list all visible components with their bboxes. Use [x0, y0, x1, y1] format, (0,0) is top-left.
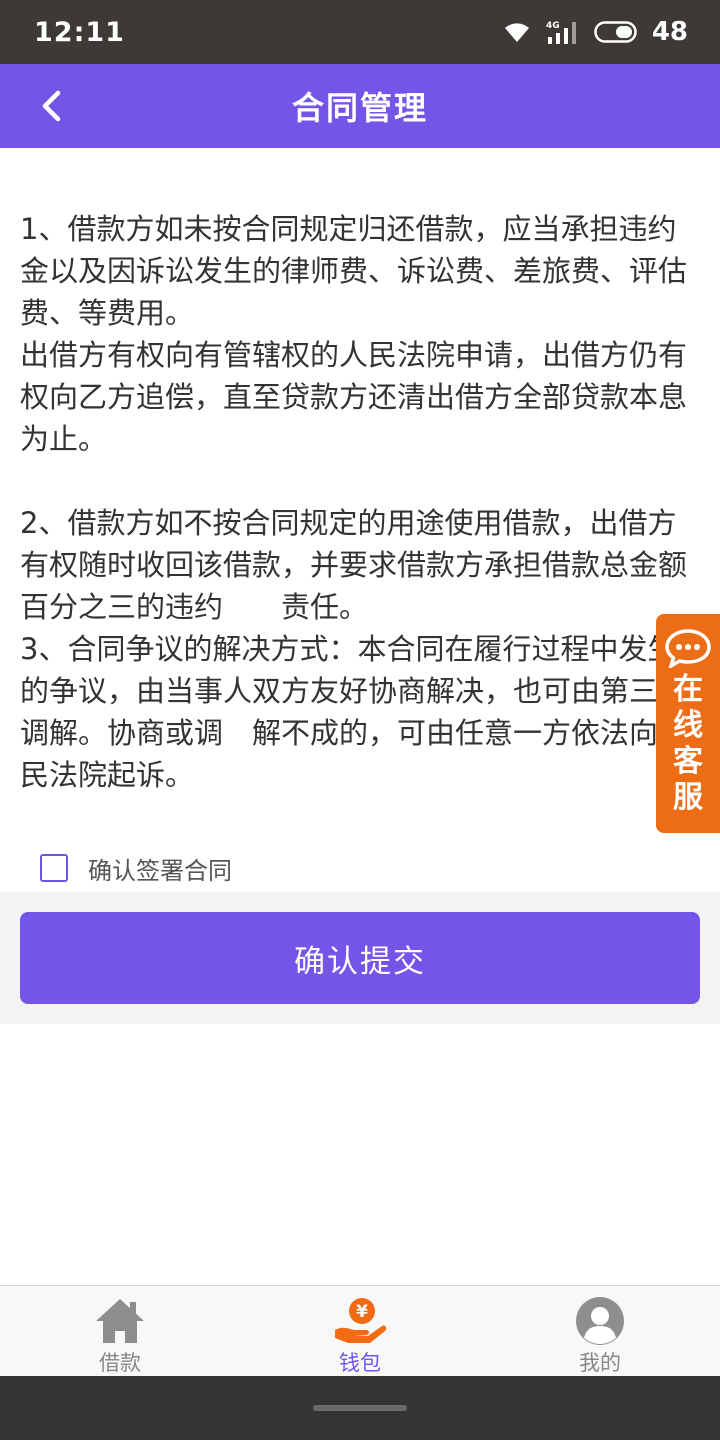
- chevron-left-icon: [42, 90, 61, 122]
- confirm-sign-checkbox[interactable]: [40, 854, 68, 882]
- network-label: 4G: [546, 21, 560, 31]
- home-indicator[interactable]: [313, 1405, 407, 1411]
- confirm-sign-row[interactable]: 确认签署合同: [40, 848, 232, 888]
- user-avatar-icon: [572, 1296, 628, 1346]
- yuan-wallet-icon: ¥: [332, 1296, 388, 1346]
- signal-4g-icon: 4G: [546, 19, 580, 45]
- status-bar: 12:11 4G 48: [0, 0, 720, 64]
- contract-paragraph-2: 2、借款方如不按合同规定的用途使用借款，出借方有权随时收回该借款，并要求借款方承…: [20, 506, 688, 792]
- system-nav-bar: [0, 1376, 720, 1440]
- status-time: 12:11: [34, 16, 125, 48]
- contract-text: 1、借款方如未按合同规定归还借款，应当承担违约金以及因诉讼发生的律师费、诉讼费、…: [20, 208, 700, 796]
- tab-wallet-label: 钱包: [339, 1351, 381, 1375]
- bottom-tab-bar: 借款 ¥ 钱包 我的: [0, 1285, 720, 1376]
- chat-bubble-icon: [665, 629, 711, 668]
- tab-loan[interactable]: 借款: [0, 1286, 240, 1376]
- status-icons: 4G 48: [502, 17, 688, 47]
- online-service-label: 在线客服: [673, 672, 703, 815]
- tab-wallet[interactable]: ¥ 钱包: [240, 1286, 480, 1376]
- screen: 12:11 4G 48 合同管理 1、借款方如未按合同规定归还借款，应当承担违约…: [0, 0, 720, 1440]
- submit-area: 确认提交: [0, 892, 720, 1024]
- tab-mine-label: 我的: [579, 1351, 621, 1375]
- online-service-button[interactable]: 在线客服: [656, 614, 720, 833]
- battery-icon: [594, 20, 638, 44]
- battery-level: 48: [651, 17, 688, 47]
- house-icon: [92, 1296, 148, 1346]
- tab-loan-label: 借款: [99, 1351, 141, 1375]
- tab-mine[interactable]: 我的: [480, 1286, 720, 1376]
- app-header: 合同管理: [0, 64, 720, 148]
- wifi-icon: [502, 20, 532, 44]
- confirm-sign-label: 确认签署合同: [88, 856, 232, 885]
- contract-paragraph-1: 1、借款方如未按合同规定归还借款，应当承担违约金以及因诉讼发生的律师费、诉讼费、…: [20, 212, 688, 456]
- svg-text:¥: ¥: [356, 1302, 368, 1322]
- submit-button[interactable]: 确认提交: [20, 912, 700, 1004]
- back-button[interactable]: [22, 76, 82, 136]
- page-title: 合同管理: [291, 89, 428, 127]
